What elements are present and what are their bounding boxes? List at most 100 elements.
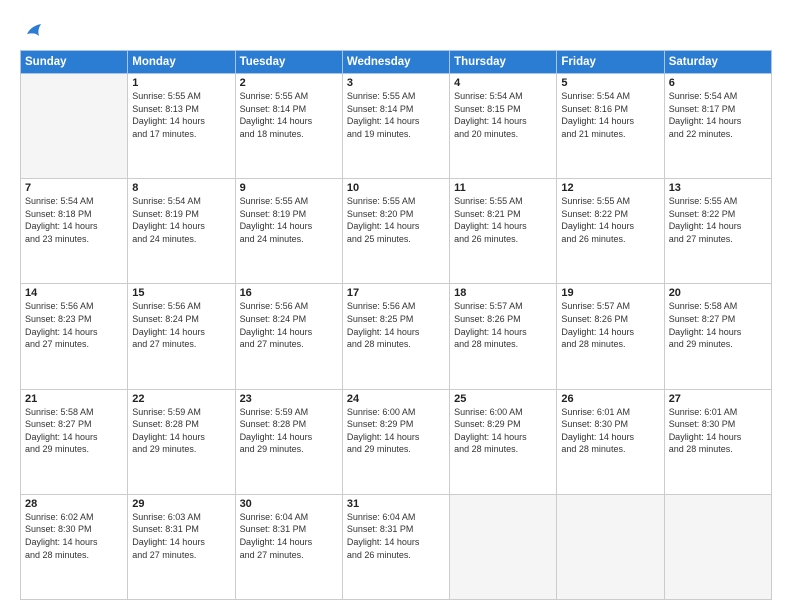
day-number: 5 <box>561 77 659 89</box>
calendar-cell: 9Sunrise: 5:55 AM Sunset: 8:19 PM Daylig… <box>235 179 342 284</box>
calendar-cell: 28Sunrise: 6:02 AM Sunset: 8:30 PM Dayli… <box>21 494 128 599</box>
calendar-cell: 22Sunrise: 5:59 AM Sunset: 8:28 PM Dayli… <box>128 389 235 494</box>
day-info: Sunrise: 5:54 AM Sunset: 8:16 PM Dayligh… <box>561 90 659 140</box>
day-number: 25 <box>454 393 552 405</box>
day-info: Sunrise: 6:04 AM Sunset: 8:31 PM Dayligh… <box>240 511 338 561</box>
day-number: 11 <box>454 182 552 194</box>
calendar-cell: 4Sunrise: 5:54 AM Sunset: 8:15 PM Daylig… <box>450 74 557 179</box>
col-header-sunday: Sunday <box>21 51 128 74</box>
day-info: Sunrise: 6:02 AM Sunset: 8:30 PM Dayligh… <box>25 511 123 561</box>
calendar-cell: 15Sunrise: 5:56 AM Sunset: 8:24 PM Dayli… <box>128 284 235 389</box>
calendar-cell: 1Sunrise: 5:55 AM Sunset: 8:13 PM Daylig… <box>128 74 235 179</box>
day-info: Sunrise: 5:55 AM Sunset: 8:13 PM Dayligh… <box>132 90 230 140</box>
day-number: 16 <box>240 287 338 299</box>
day-number: 8 <box>132 182 230 194</box>
col-header-tuesday: Tuesday <box>235 51 342 74</box>
day-info: Sunrise: 6:03 AM Sunset: 8:31 PM Dayligh… <box>132 511 230 561</box>
day-number: 6 <box>669 77 767 89</box>
week-row-5: 28Sunrise: 6:02 AM Sunset: 8:30 PM Dayli… <box>21 494 772 599</box>
calendar-cell: 27Sunrise: 6:01 AM Sunset: 8:30 PM Dayli… <box>664 389 771 494</box>
day-number: 31 <box>347 498 445 510</box>
day-number: 3 <box>347 77 445 89</box>
day-number: 2 <box>240 77 338 89</box>
calendar-cell: 18Sunrise: 5:57 AM Sunset: 8:26 PM Dayli… <box>450 284 557 389</box>
day-number: 22 <box>132 393 230 405</box>
day-number: 29 <box>132 498 230 510</box>
calendar-cell: 10Sunrise: 5:55 AM Sunset: 8:20 PM Dayli… <box>342 179 449 284</box>
calendar-cell <box>450 494 557 599</box>
calendar-header-row: SundayMondayTuesdayWednesdayThursdayFrid… <box>21 51 772 74</box>
day-info: Sunrise: 6:00 AM Sunset: 8:29 PM Dayligh… <box>347 406 445 456</box>
day-info: Sunrise: 5:57 AM Sunset: 8:26 PM Dayligh… <box>561 300 659 350</box>
calendar-cell: 7Sunrise: 5:54 AM Sunset: 8:18 PM Daylig… <box>21 179 128 284</box>
calendar-cell: 26Sunrise: 6:01 AM Sunset: 8:30 PM Dayli… <box>557 389 664 494</box>
day-number: 17 <box>347 287 445 299</box>
day-number: 18 <box>454 287 552 299</box>
calendar-cell <box>557 494 664 599</box>
col-header-thursday: Thursday <box>450 51 557 74</box>
day-info: Sunrise: 5:55 AM Sunset: 8:21 PM Dayligh… <box>454 195 552 245</box>
calendar-cell <box>21 74 128 179</box>
day-number: 10 <box>347 182 445 194</box>
calendar-cell: 2Sunrise: 5:55 AM Sunset: 8:14 PM Daylig… <box>235 74 342 179</box>
day-info: Sunrise: 5:56 AM Sunset: 8:25 PM Dayligh… <box>347 300 445 350</box>
page: SundayMondayTuesdayWednesdayThursdayFrid… <box>0 0 792 612</box>
calendar-cell: 25Sunrise: 6:00 AM Sunset: 8:29 PM Dayli… <box>450 389 557 494</box>
day-info: Sunrise: 5:56 AM Sunset: 8:23 PM Dayligh… <box>25 300 123 350</box>
week-row-1: 1Sunrise: 5:55 AM Sunset: 8:13 PM Daylig… <box>21 74 772 179</box>
day-info: Sunrise: 5:55 AM Sunset: 8:14 PM Dayligh… <box>347 90 445 140</box>
calendar-cell: 23Sunrise: 5:59 AM Sunset: 8:28 PM Dayli… <box>235 389 342 494</box>
day-number: 21 <box>25 393 123 405</box>
day-info: Sunrise: 5:59 AM Sunset: 8:28 PM Dayligh… <box>240 406 338 456</box>
calendar-cell: 13Sunrise: 5:55 AM Sunset: 8:22 PM Dayli… <box>664 179 771 284</box>
day-info: Sunrise: 5:55 AM Sunset: 8:22 PM Dayligh… <box>669 195 767 245</box>
day-info: Sunrise: 5:55 AM Sunset: 8:20 PM Dayligh… <box>347 195 445 245</box>
day-info: Sunrise: 6:00 AM Sunset: 8:29 PM Dayligh… <box>454 406 552 456</box>
col-header-wednesday: Wednesday <box>342 51 449 74</box>
calendar-cell: 19Sunrise: 5:57 AM Sunset: 8:26 PM Dayli… <box>557 284 664 389</box>
day-number: 24 <box>347 393 445 405</box>
header <box>20 16 772 42</box>
day-info: Sunrise: 6:01 AM Sunset: 8:30 PM Dayligh… <box>561 406 659 456</box>
calendar-table: SundayMondayTuesdayWednesdayThursdayFrid… <box>20 50 772 600</box>
calendar-cell: 20Sunrise: 5:58 AM Sunset: 8:27 PM Dayli… <box>664 284 771 389</box>
calendar-cell: 30Sunrise: 6:04 AM Sunset: 8:31 PM Dayli… <box>235 494 342 599</box>
day-number: 13 <box>669 182 767 194</box>
day-info: Sunrise: 5:55 AM Sunset: 8:19 PM Dayligh… <box>240 195 338 245</box>
day-number: 15 <box>132 287 230 299</box>
calendar-cell: 24Sunrise: 6:00 AM Sunset: 8:29 PM Dayli… <box>342 389 449 494</box>
calendar-cell <box>664 494 771 599</box>
calendar-cell: 6Sunrise: 5:54 AM Sunset: 8:17 PM Daylig… <box>664 74 771 179</box>
day-info: Sunrise: 5:54 AM Sunset: 8:18 PM Dayligh… <box>25 195 123 245</box>
day-number: 4 <box>454 77 552 89</box>
calendar-cell: 16Sunrise: 5:56 AM Sunset: 8:24 PM Dayli… <box>235 284 342 389</box>
calendar-cell: 3Sunrise: 5:55 AM Sunset: 8:14 PM Daylig… <box>342 74 449 179</box>
calendar-cell: 21Sunrise: 5:58 AM Sunset: 8:27 PM Dayli… <box>21 389 128 494</box>
day-number: 30 <box>240 498 338 510</box>
day-number: 19 <box>561 287 659 299</box>
day-info: Sunrise: 5:56 AM Sunset: 8:24 PM Dayligh… <box>132 300 230 350</box>
calendar-cell: 31Sunrise: 6:04 AM Sunset: 8:31 PM Dayli… <box>342 494 449 599</box>
week-row-2: 7Sunrise: 5:54 AM Sunset: 8:18 PM Daylig… <box>21 179 772 284</box>
week-row-3: 14Sunrise: 5:56 AM Sunset: 8:23 PM Dayli… <box>21 284 772 389</box>
col-header-friday: Friday <box>557 51 664 74</box>
day-info: Sunrise: 5:54 AM Sunset: 8:19 PM Dayligh… <box>132 195 230 245</box>
calendar-cell: 11Sunrise: 5:55 AM Sunset: 8:21 PM Dayli… <box>450 179 557 284</box>
day-info: Sunrise: 5:58 AM Sunset: 8:27 PM Dayligh… <box>669 300 767 350</box>
calendar-cell: 14Sunrise: 5:56 AM Sunset: 8:23 PM Dayli… <box>21 284 128 389</box>
col-header-monday: Monday <box>128 51 235 74</box>
calendar-cell: 5Sunrise: 5:54 AM Sunset: 8:16 PM Daylig… <box>557 74 664 179</box>
day-number: 26 <box>561 393 659 405</box>
calendar-cell: 8Sunrise: 5:54 AM Sunset: 8:19 PM Daylig… <box>128 179 235 284</box>
logo-bird-icon <box>21 20 43 42</box>
day-info: Sunrise: 5:58 AM Sunset: 8:27 PM Dayligh… <box>25 406 123 456</box>
day-number: 23 <box>240 393 338 405</box>
day-number: 7 <box>25 182 123 194</box>
day-number: 20 <box>669 287 767 299</box>
day-number: 27 <box>669 393 767 405</box>
day-info: Sunrise: 6:01 AM Sunset: 8:30 PM Dayligh… <box>669 406 767 456</box>
day-info: Sunrise: 5:55 AM Sunset: 8:14 PM Dayligh… <box>240 90 338 140</box>
day-info: Sunrise: 5:59 AM Sunset: 8:28 PM Dayligh… <box>132 406 230 456</box>
week-row-4: 21Sunrise: 5:58 AM Sunset: 8:27 PM Dayli… <box>21 389 772 494</box>
day-number: 1 <box>132 77 230 89</box>
